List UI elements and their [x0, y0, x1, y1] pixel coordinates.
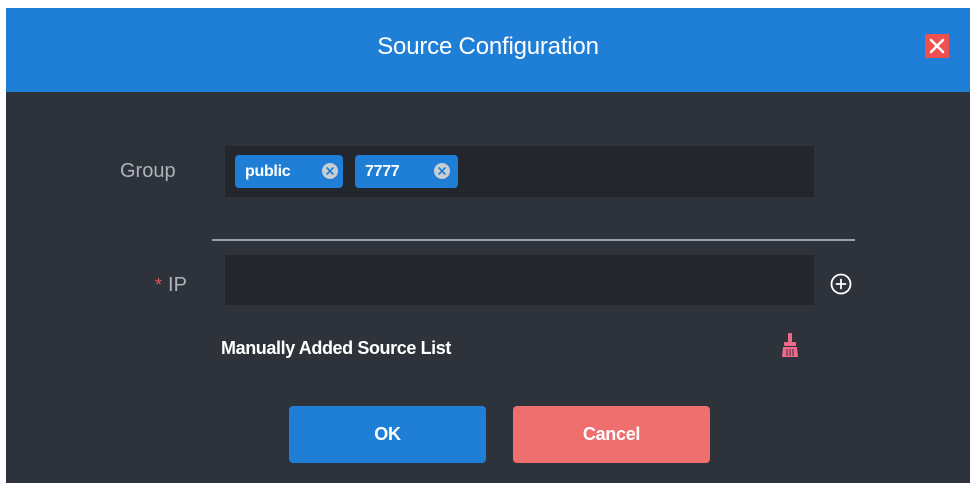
- close-button[interactable]: [925, 34, 949, 58]
- dialog-header: Source Configuration: [6, 8, 970, 92]
- close-icon: [929, 38, 945, 54]
- dialog-title: Source Configuration: [377, 33, 599, 60]
- ip-input[interactable]: [225, 255, 814, 305]
- ip-label: * IP: [155, 274, 187, 297]
- cancel-button[interactable]: Cancel: [513, 406, 710, 463]
- broom-icon[interactable]: [781, 332, 799, 358]
- group-label: Group: [120, 160, 176, 182]
- source-configuration-dialog: Source Configuration Group public 7777 *…: [6, 8, 970, 483]
- required-mark: *: [155, 275, 163, 295]
- group-tag-label: public: [245, 163, 291, 180]
- group-tag-label: 7777: [365, 163, 400, 180]
- ip-label-text: IP: [168, 274, 187, 296]
- tag-remove-icon[interactable]: [434, 163, 450, 179]
- group-select[interactable]: public 7777: [225, 146, 814, 197]
- manual-source-list-title: Manually Added Source List: [221, 338, 451, 358]
- plus-circle-icon[interactable]: [829, 272, 853, 296]
- ok-button[interactable]: OK: [289, 406, 486, 463]
- group-tag-7777: 7777: [355, 155, 458, 188]
- section-divider: [212, 239, 855, 241]
- tag-remove-icon[interactable]: [322, 163, 338, 179]
- group-tag-public: public: [235, 155, 343, 188]
